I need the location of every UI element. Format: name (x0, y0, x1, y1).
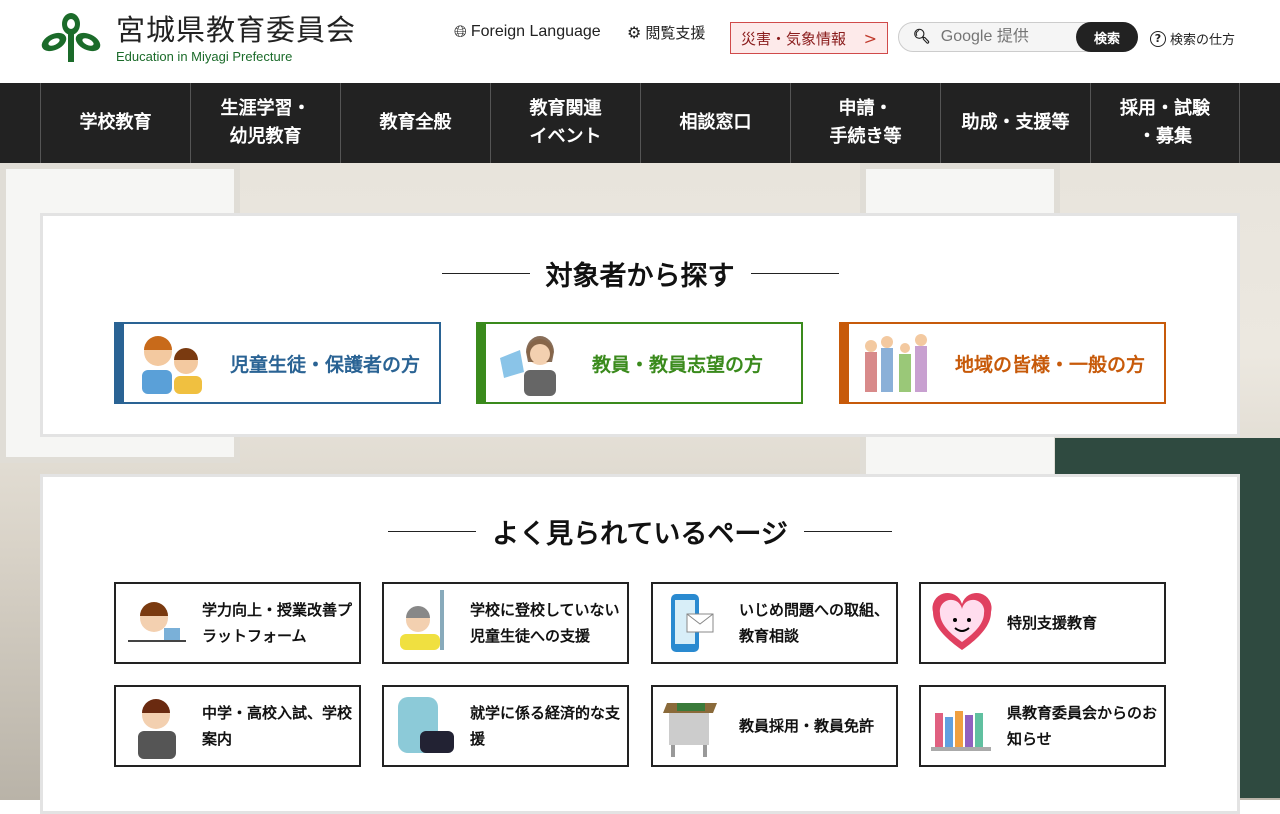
popular-card[interactable]: 特別支援教育 (919, 582, 1166, 664)
question-icon: ? (1150, 30, 1166, 47)
global-nav: 学校教育 生涯学習・ 幼児教育 教育全般 教育関連 イベント 相談窓口 申請・ … (0, 83, 1280, 163)
school-bag-icon (398, 697, 454, 753)
site-header: 宮城県教育委員会 Education in Miyagi Prefecture … (0, 0, 1280, 83)
disaster-info-button[interactable]: 災害・気象情報 > (730, 22, 888, 54)
search-box: 🔍︎ 検索 (898, 22, 1138, 52)
audience-card-teachers[interactable]: 教員・教員志望の方 (476, 322, 803, 404)
popular-card-label: 教員採用・教員免許 (739, 717, 875, 735)
site-subtitle: Education in Miyagi Prefecture (116, 48, 293, 64)
chevron-right-icon: > (863, 28, 877, 48)
popular-card[interactable]: 中学・高校入試、学校案内 (114, 685, 361, 767)
nav-item-general[interactable]: 教育全般 (340, 83, 490, 163)
nav-item-support[interactable]: 助成・支援等 (940, 83, 1090, 163)
audience-panel: 対象者から探す 児童生徒・保護者の方 教員・教員志望の方 地域の皆様・一般の方 (40, 213, 1240, 437)
audience-card-students[interactable]: 児童生徒・保護者の方 (114, 322, 441, 404)
nav-item-consultation[interactable]: 相談窓口 (640, 83, 790, 163)
desk-icon (663, 703, 717, 757)
search-button[interactable]: 検索 (1076, 22, 1138, 52)
heart-icon (932, 592, 992, 650)
site-logo[interactable]: 宮城県教育委員会 Education in Miyagi Prefecture (40, 12, 356, 64)
popular-card[interactable]: 教員採用・教員免許 (651, 685, 898, 767)
nav-item-lifelong[interactable]: 生涯学習・ 幼児教育 (190, 83, 340, 163)
site-title: 宮城県教育委員会 (116, 12, 357, 47)
children-illustration-icon (142, 336, 202, 394)
foreign-language-label: Foreign Language (470, 23, 601, 40)
audience-card-label: 児童生徒・保護者の方 (230, 353, 421, 376)
student-uniform-icon (138, 699, 176, 759)
teacher-illustration-icon (500, 336, 556, 396)
books-icon (931, 711, 991, 751)
disaster-label: 災害・気象情報 (741, 29, 847, 48)
popular-card-label: 中学・高校入試、学校案内 (202, 704, 353, 748)
popular-card-label: 就学に係る経済的な支援 (470, 704, 621, 748)
popular-card-label: 特別支援教育 (1007, 614, 1098, 632)
popular-card[interactable]: 県教育委員会からのお知らせ (919, 685, 1166, 767)
popular-card-label: いじめ問題への取組、教育相談 (739, 601, 890, 645)
popular-card[interactable]: 学力向上・授業改善プラットフォーム (114, 582, 361, 664)
popular-card[interactable]: いじめ問題への取組、教育相談 (651, 582, 898, 664)
nav-item-school[interactable]: 学校教育 (40, 83, 190, 163)
audience-card-label: 地域の皆様・一般の方 (955, 353, 1146, 376)
popular-card[interactable]: 学校に登校していない児童生徒への支援 (382, 582, 629, 664)
search-help-link[interactable]: ? 検索の仕方 (1150, 29, 1235, 48)
globe-icon: 🌐︎ (454, 22, 467, 41)
popular-card-label: 県教育委員会からのお知らせ (1007, 704, 1158, 748)
absent-student-icon (400, 590, 444, 650)
audience-title: 対象者から探す (43, 254, 1237, 293)
accessibility-label: 閲覧支援 (645, 24, 706, 42)
nav-item-events[interactable]: 教育関連 イベント (490, 83, 640, 163)
family-illustration-icon (865, 334, 927, 392)
audience-card-label: 教員・教員志望の方 (592, 353, 764, 376)
accessibility-link[interactable]: ⚙ 閲覧支援 (627, 22, 705, 43)
popular-card-label: 学力向上・授業改善プラットフォーム (202, 601, 353, 645)
gear-icon: ⚙ (627, 23, 642, 42)
foreign-language-link[interactable]: 🌐︎ Foreign Language (454, 22, 601, 42)
popular-card[interactable]: 就学に係る経済的な支援 (382, 685, 629, 767)
search-help-label: 検索の仕方 (1170, 33, 1236, 48)
popular-pages-title: よく見られているページ (43, 512, 1237, 551)
audience-card-community[interactable]: 地域の皆様・一般の方 (839, 322, 1166, 404)
smartphone-mail-icon (671, 594, 714, 652)
logo-mark-icon (41, 13, 101, 62)
popular-card-label: 学校に登校していない児童生徒への支援 (470, 601, 620, 645)
search-icon: 🔍︎ (913, 29, 931, 45)
nav-item-recruitment[interactable]: 採用・試験 ・募集 (1090, 83, 1240, 163)
search-input[interactable] (940, 28, 1061, 46)
studying-child-icon (128, 602, 186, 642)
popular-pages-panel: よく見られているページ 学力向上・授業改善プラットフォーム 学校に登校していない… (40, 474, 1240, 814)
nav-item-applications[interactable]: 申請・ 手続き等 (790, 83, 940, 163)
